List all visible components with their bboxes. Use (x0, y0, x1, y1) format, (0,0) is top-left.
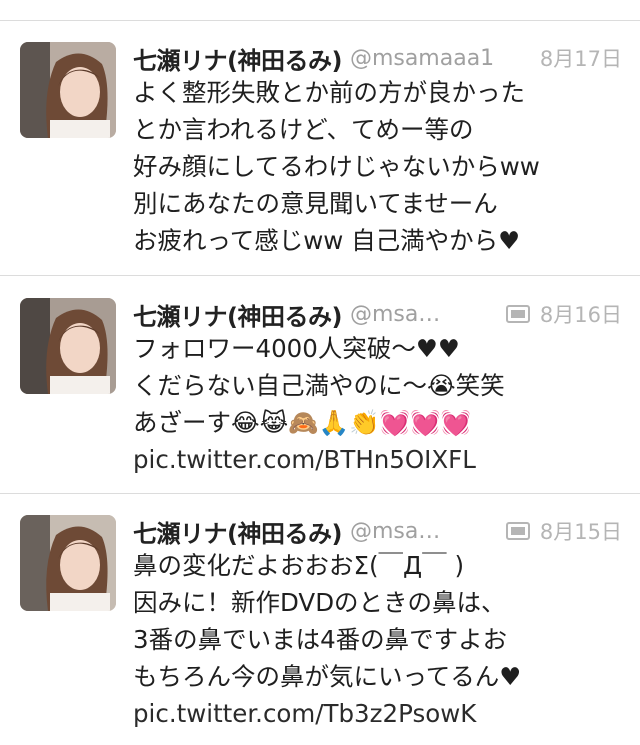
tweet-date[interactable]: 8月17日 (540, 43, 622, 73)
tweet-date[interactable]: 8月16日 (540, 299, 622, 329)
tweet-text: 鼻の変化だよおおおΣ(￣Д￣ ) 因みに！新作DVDのときの鼻は、 3番の鼻でい… (133, 547, 626, 732)
tweet-meta: 8月15日 (505, 516, 622, 546)
author-handle[interactable]: @msamaaa1 (350, 46, 494, 71)
tweet-header: 七瀬リナ(神田るみ) @msa… 8月16日 (133, 296, 622, 332)
tweet-meta: 8月17日 (540, 43, 622, 73)
author-name[interactable]: 七瀬リナ(神田るみ) (133, 297, 342, 332)
author-handle[interactable]: @msa… (350, 519, 440, 544)
tweet-text-line: フォロワー4000人突破〜♥♥ (133, 334, 460, 363)
timeline: 七瀬リナ(神田るみ) @msamaaa1 8月17日 よく整形失敗とか前の方が良… (0, 0, 640, 745)
tweet-text-line: もちろん今の鼻が気にいってるん♥ (133, 662, 522, 691)
tweet-text-line: 好み顔にしてるわけじゃないからww (133, 152, 540, 181)
tweet-text-line: お疲れって感じww 自己満やから♥ (133, 226, 521, 255)
tweet-text-line: 鼻の変化だよおおおΣ(￣Д￣ ) (133, 551, 465, 580)
tweet-header: 七瀬リナ(神田るみ) @msamaaa1 8月17日 (133, 40, 622, 76)
tweet-meta: 8月16日 (505, 299, 622, 329)
tweet-link[interactable]: pic.twitter.com/Tb3z2PsowK (133, 695, 626, 732)
tweet-text-line: 別にあなたの意見聞いてませーん (133, 189, 498, 218)
tweet-text-line: よく整形失敗とか前の方が良かった (133, 78, 525, 107)
divider (0, 275, 640, 276)
divider (0, 20, 640, 21)
tweet-text: よく整形失敗とか前の方が良かった とか言われるけど、てめー等の 好み顔にしてるわ… (133, 74, 626, 259)
author-name[interactable]: 七瀬リナ(神田るみ) (133, 41, 342, 76)
divider (0, 493, 640, 494)
tweet-text-line: 3番の鼻でいまは4番の鼻ですよお (133, 625, 508, 654)
avatar[interactable] (20, 298, 116, 394)
avatar-photo (20, 515, 116, 611)
tweet-text-line: あざーす😂😹🙈🙏👏💓💓💓 (133, 408, 472, 437)
tweet-text-line: 因みに！新作DVDのときの鼻は、 (133, 588, 506, 617)
avatar-photo (20, 298, 116, 394)
avatar[interactable] (20, 42, 116, 138)
photo-media-icon (505, 305, 530, 323)
tweet-text-line: とか言われるけど、てめー等の (133, 115, 474, 144)
avatar-photo (20, 42, 116, 138)
tweet-header: 七瀬リナ(神田るみ) @msa… 8月15日 (133, 513, 622, 549)
tweet-link[interactable]: pic.twitter.com/BTHn5OIXFL (133, 441, 626, 478)
tweet-text-line: くだらない自己満やのに〜😭笑笑 (133, 371, 505, 400)
tweet-text: フォロワー4000人突破〜♥♥ くだらない自己満やのに〜😭笑笑 あざーす😂😹🙈🙏… (133, 330, 626, 478)
photo-media-icon (505, 522, 530, 540)
author-name[interactable]: 七瀬リナ(神田るみ) (133, 514, 342, 549)
author-handle[interactable]: @msa… (350, 302, 440, 327)
tweet-date[interactable]: 8月15日 (540, 516, 622, 546)
avatar[interactable] (20, 515, 116, 611)
